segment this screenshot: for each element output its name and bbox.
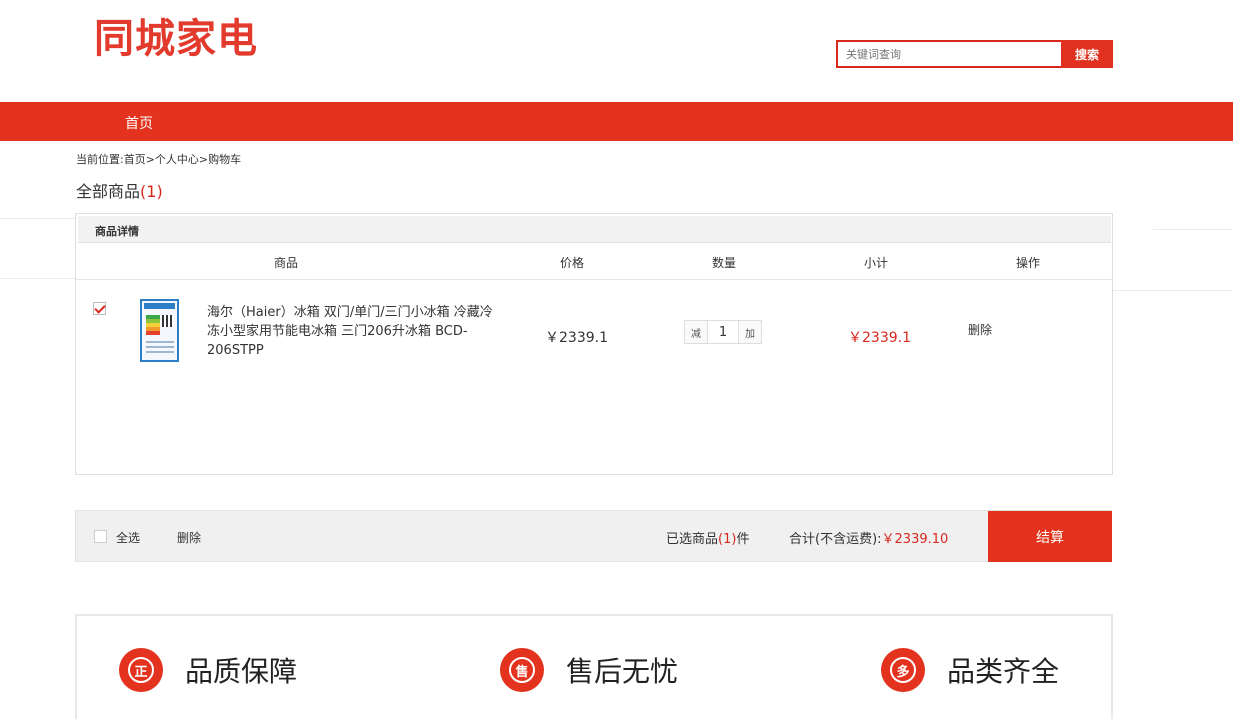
cart-section-title: 商品详情 <box>95 225 139 238</box>
promise-variety: 多 品类齐全 <box>881 648 1059 692</box>
quantity-input[interactable] <box>707 321 739 343</box>
checkout-button[interactable]: 结算 <box>988 511 1112 562</box>
cart-section-header: 商品详情 <box>78 216 1111 243</box>
service-promises: 正 品质保障 售 售后无忧 多 品类齐全 <box>75 614 1113 719</box>
item-subtotal: ￥2339.1 <box>848 330 911 346</box>
cart-table-header: 商品 价格 数量 小计 操作 <box>76 244 1112 280</box>
site-logo[interactable]: 同城家电 <box>94 6 258 64</box>
quantity-decrease-button[interactable]: 减 <box>685 321 707 343</box>
total-amount: ￥2339.10 <box>881 532 949 547</box>
energy-rating-bars <box>146 315 160 335</box>
promise-aftersales-label: 售后无忧 <box>566 655 679 688</box>
col-header-action: 操作 <box>1016 256 1041 270</box>
label-text-lines <box>146 341 174 355</box>
nav-home-link[interactable]: 首页 <box>125 113 153 133</box>
main-nav: 首页 <box>0 102 1233 141</box>
selected-prefix: 已选商品 <box>666 532 719 547</box>
search-bar: 搜索 <box>836 40 1113 68</box>
energy-label-band <box>144 303 175 309</box>
product-price: ￥2339.1 <box>545 330 608 346</box>
cart-title-label: 全部商品 <box>76 182 141 201</box>
col-header-price: 价格 <box>560 256 585 270</box>
total-label: 合计(不含运费): <box>789 532 882 547</box>
breadcrumb: 当前位置:首页>个人中心>购物车 <box>76 153 242 166</box>
promise-variety-label: 品类齐全 <box>947 655 1060 688</box>
product-name-link[interactable]: 海尔（Haier）冰箱 双门/单门/三门小冰箱 冷藏冷冻小型家用节能电冰箱 三门… <box>207 303 497 360</box>
quantity-increase-button[interactable]: 加 <box>739 321 761 343</box>
divider <box>0 278 75 279</box>
cart-footer-bar: 全选 删除 已选商品(1)件 合计(不含运费):￥2339.10 结算 <box>75 510 1112 562</box>
col-header-quantity: 数量 <box>712 256 737 270</box>
quality-badge-glyph: 正 <box>128 657 154 683</box>
qr-code-icon <box>162 315 174 327</box>
divider <box>1153 229 1233 230</box>
search-button[interactable]: 搜索 <box>1061 40 1113 68</box>
variety-badge-glyph: 多 <box>890 657 916 683</box>
divider <box>0 218 75 219</box>
promise-aftersales: 售 售后无忧 <box>500 648 678 692</box>
item-checkbox[interactable] <box>93 302 106 315</box>
cart-title: 全部商品(1) <box>76 178 163 202</box>
select-all-checkbox[interactable] <box>94 530 107 543</box>
aftersales-badge-glyph: 售 <box>509 657 535 683</box>
order-total: 合计(不含运费):￥2339.10 <box>789 528 948 547</box>
delete-item-link[interactable]: 删除 <box>968 321 992 338</box>
delete-selected-link[interactable]: 删除 <box>177 529 201 546</box>
selected-number: (1) <box>718 532 737 547</box>
product-thumbnail[interactable] <box>140 299 179 362</box>
aftersales-badge-icon: 售 <box>500 648 544 692</box>
cart-item-count: (1) <box>140 182 163 201</box>
divider <box>1113 290 1233 291</box>
promise-quality: 正 品质保障 <box>119 648 297 692</box>
quantity-stepper: 减 加 <box>684 320 762 344</box>
variety-badge-icon: 多 <box>881 648 925 692</box>
col-header-subtotal: 小计 <box>864 256 889 270</box>
col-header-product: 商品 <box>274 256 299 270</box>
select-all-label[interactable]: 全选 <box>116 529 140 546</box>
selected-count: 已选商品(1)件 <box>666 528 749 547</box>
promise-quality-label: 品质保障 <box>185 655 298 688</box>
search-input[interactable] <box>836 40 1061 68</box>
quality-badge-icon: 正 <box>119 648 163 692</box>
selected-suffix: 件 <box>736 532 750 547</box>
